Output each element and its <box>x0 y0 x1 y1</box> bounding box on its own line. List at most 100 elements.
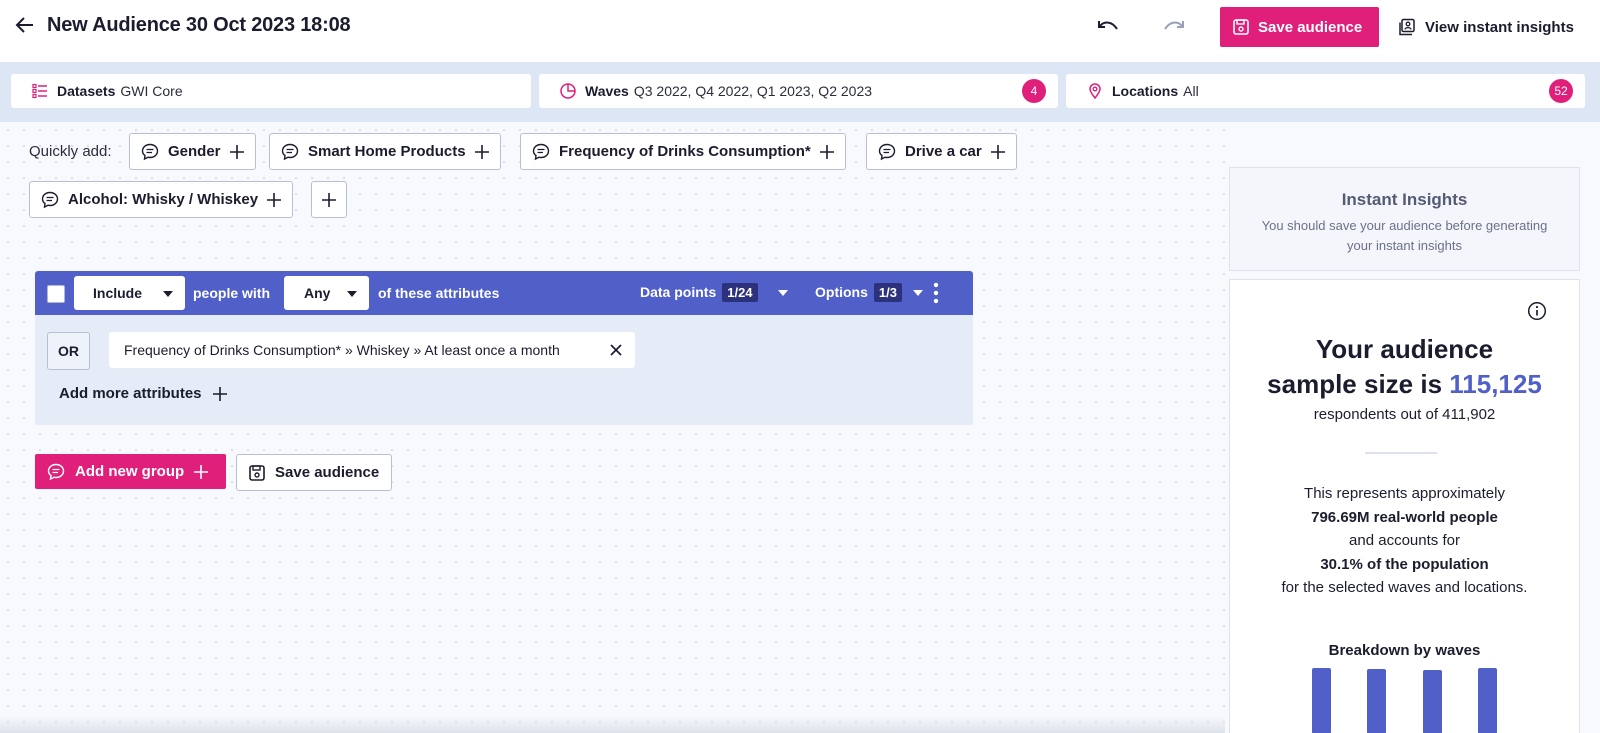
rep-line-3: and accounts for <box>1349 532 1460 549</box>
wave-bar <box>1367 669 1386 733</box>
scroll-shadow <box>0 715 1225 733</box>
plus-icon <box>819 144 834 159</box>
add-more-attributes-button[interactable]: Add more attributes <box>59 385 228 402</box>
top-header: New Audience 30 Oct 2023 18:08 Save audi… <box>0 0 1600 62</box>
include-select[interactable]: Include <box>74 276 185 310</box>
locations-value: All <box>1183 83 1199 99</box>
audience-group-header: Include people with Any of these attribu… <box>35 271 973 315</box>
options-control[interactable]: Options 1/3 <box>815 283 902 302</box>
attribute-chip[interactable]: Frequency of Drinks Consumption* » Whisk… <box>109 332 635 368</box>
plus-icon <box>194 464 209 479</box>
options-chevron-icon[interactable] <box>913 290 923 296</box>
data-points-control[interactable]: Data points 1/24 <box>640 283 758 302</box>
data-points-chevron-icon[interactable] <box>778 290 788 296</box>
match-select[interactable]: Any <box>284 276 369 310</box>
quick-add-alcohol-whisky-label: Alcohol: Whisky / Whiskey <box>68 191 259 208</box>
quick-add-more-button[interactable] <box>311 181 347 218</box>
add-more-attributes-label: Add more attributes <box>59 385 202 402</box>
waves-value: Q3 2022, Q4 2022, Q1 2023, Q2 2023 <box>633 83 873 99</box>
breakdown-title: Breakdown by waves <box>1328 642 1481 659</box>
or-operator-toggle[interactable]: OR <box>47 332 90 370</box>
location-pin-icon <box>1089 83 1101 100</box>
options-counter: 1/3 <box>873 283 902 302</box>
plus-icon <box>229 144 244 159</box>
representation-text: This represents approximately 796.69M re… <box>1230 482 1579 600</box>
quick-add-smart-home-products[interactable]: Smart Home Products <box>269 133 501 170</box>
population-percent: 30.1% of the population <box>1320 555 1489 573</box>
plus-icon <box>267 192 282 207</box>
back-arrow-icon[interactable] <box>14 14 36 36</box>
quick-add-frequency-of-drinks[interactable]: Frequency of Drinks Consumption* <box>520 133 846 170</box>
close-icon[interactable] <box>609 343 623 357</box>
waves-filter[interactable]: Waves Q3 2022, Q4 2022, Q1 2023, Q2 2023… <box>539 74 1058 108</box>
of-these-attributes-text: of these attributes <box>378 285 500 301</box>
chat-bubble-icon <box>47 463 65 480</box>
waves-icon <box>560 83 576 99</box>
plus-icon <box>990 144 1005 159</box>
redo-icon[interactable] <box>1162 17 1186 37</box>
audience-group-body: OR Frequency of Drinks Consumption* » Wh… <box>35 315 973 425</box>
audience-heading-line1: Your audience <box>1315 334 1494 364</box>
plus-icon <box>474 144 489 159</box>
quick-add-smart-home-products-label: Smart Home Products <box>308 143 466 160</box>
instant-insights-title: Instant Insights <box>1341 190 1468 209</box>
instant-insights-box: Instant Insights You should save your au… <box>1229 167 1580 271</box>
save-audience-secondary-label: Save audience <box>275 464 380 481</box>
view-instant-insights-button[interactable]: View instant insights <box>1398 7 1574 47</box>
sample-size-value: 115,125 <box>1449 369 1542 399</box>
save-audience-secondary-button[interactable]: Save audience <box>236 454 392 491</box>
attribute-chip-label: Frequency of Drinks Consumption* » Whisk… <box>124 342 560 358</box>
save-icon <box>1233 19 1249 35</box>
people-with-text: people with <box>193 285 270 301</box>
real-world-people: 796.69M real-world people <box>1311 508 1498 526</box>
datasets-value: GWI Core <box>120 83 183 99</box>
audience-heading-line2: sample size is 115,125 <box>1230 369 1579 400</box>
add-new-group-button[interactable]: Add new group <box>35 454 226 489</box>
info-icon[interactable] <box>1527 301 1547 321</box>
quick-add-gender-label: Gender <box>168 143 221 160</box>
insights-icon <box>1399 18 1415 36</box>
save-audience-button[interactable]: Save audience <box>1220 7 1379 47</box>
chat-bubble-icon <box>41 191 59 208</box>
data-points-label: Data points <box>640 284 717 300</box>
add-new-group-label: Add new group <box>75 463 185 480</box>
plus-icon <box>322 192 336 207</box>
quick-add-gender[interactable]: Gender <box>129 133 256 170</box>
waves-count-badge: 4 <box>1022 79 1046 103</box>
quick-add-frequency-of-drinks-label: Frequency of Drinks Consumption* <box>559 143 811 160</box>
plus-icon <box>212 386 227 401</box>
page-title: New Audience 30 Oct 2023 18:08 <box>47 14 351 36</box>
instant-insights-subtitle: You should save your audience before gen… <box>1261 218 1548 253</box>
breakdown-bars <box>1312 668 1497 733</box>
group-checkbox[interactable] <box>47 285 65 303</box>
more-vertical-icon[interactable] <box>933 282 939 304</box>
chevron-down-icon <box>347 291 357 297</box>
locations-count-badge: 52 <box>1549 79 1573 103</box>
filter-bar: Datasets GWI Core Waves Q3 2022, Q4 2022… <box>0 62 1600 122</box>
datasets-filter[interactable]: Datasets GWI Core <box>11 74 531 108</box>
include-select-value: Include <box>93 285 143 301</box>
datasets-label: Datasets <box>57 83 116 99</box>
sample-size-prefix: sample size is <box>1267 369 1450 399</box>
locations-filter[interactable]: Locations All 52 <box>1066 74 1585 108</box>
match-select-value: Any <box>304 285 331 301</box>
data-points-counter: 1/24 <box>722 283 758 302</box>
rep-line-5: for the selected waves and locations. <box>1281 579 1528 596</box>
options-label: Options <box>815 284 868 300</box>
divider <box>1365 452 1437 454</box>
quick-add-drive-a-car[interactable]: Drive a car <box>866 133 1017 170</box>
chat-bubble-icon <box>141 143 159 160</box>
chat-bubble-icon <box>878 143 896 160</box>
chat-bubble-icon <box>532 143 550 160</box>
quick-add-alcohol-whisky[interactable]: Alcohol: Whisky / Whiskey <box>29 181 294 218</box>
wave-bar <box>1312 668 1331 733</box>
chevron-down-icon <box>163 291 173 297</box>
view-instant-insights-label: View instant insights <box>1425 18 1574 36</box>
waves-label: Waves <box>585 83 629 99</box>
wave-bar <box>1478 668 1497 733</box>
undo-icon[interactable] <box>1096 17 1120 37</box>
save-icon <box>249 464 265 481</box>
rep-line-1: This represents approximately <box>1304 485 1505 502</box>
list-icon <box>32 83 47 99</box>
chat-bubble-icon <box>281 143 299 160</box>
